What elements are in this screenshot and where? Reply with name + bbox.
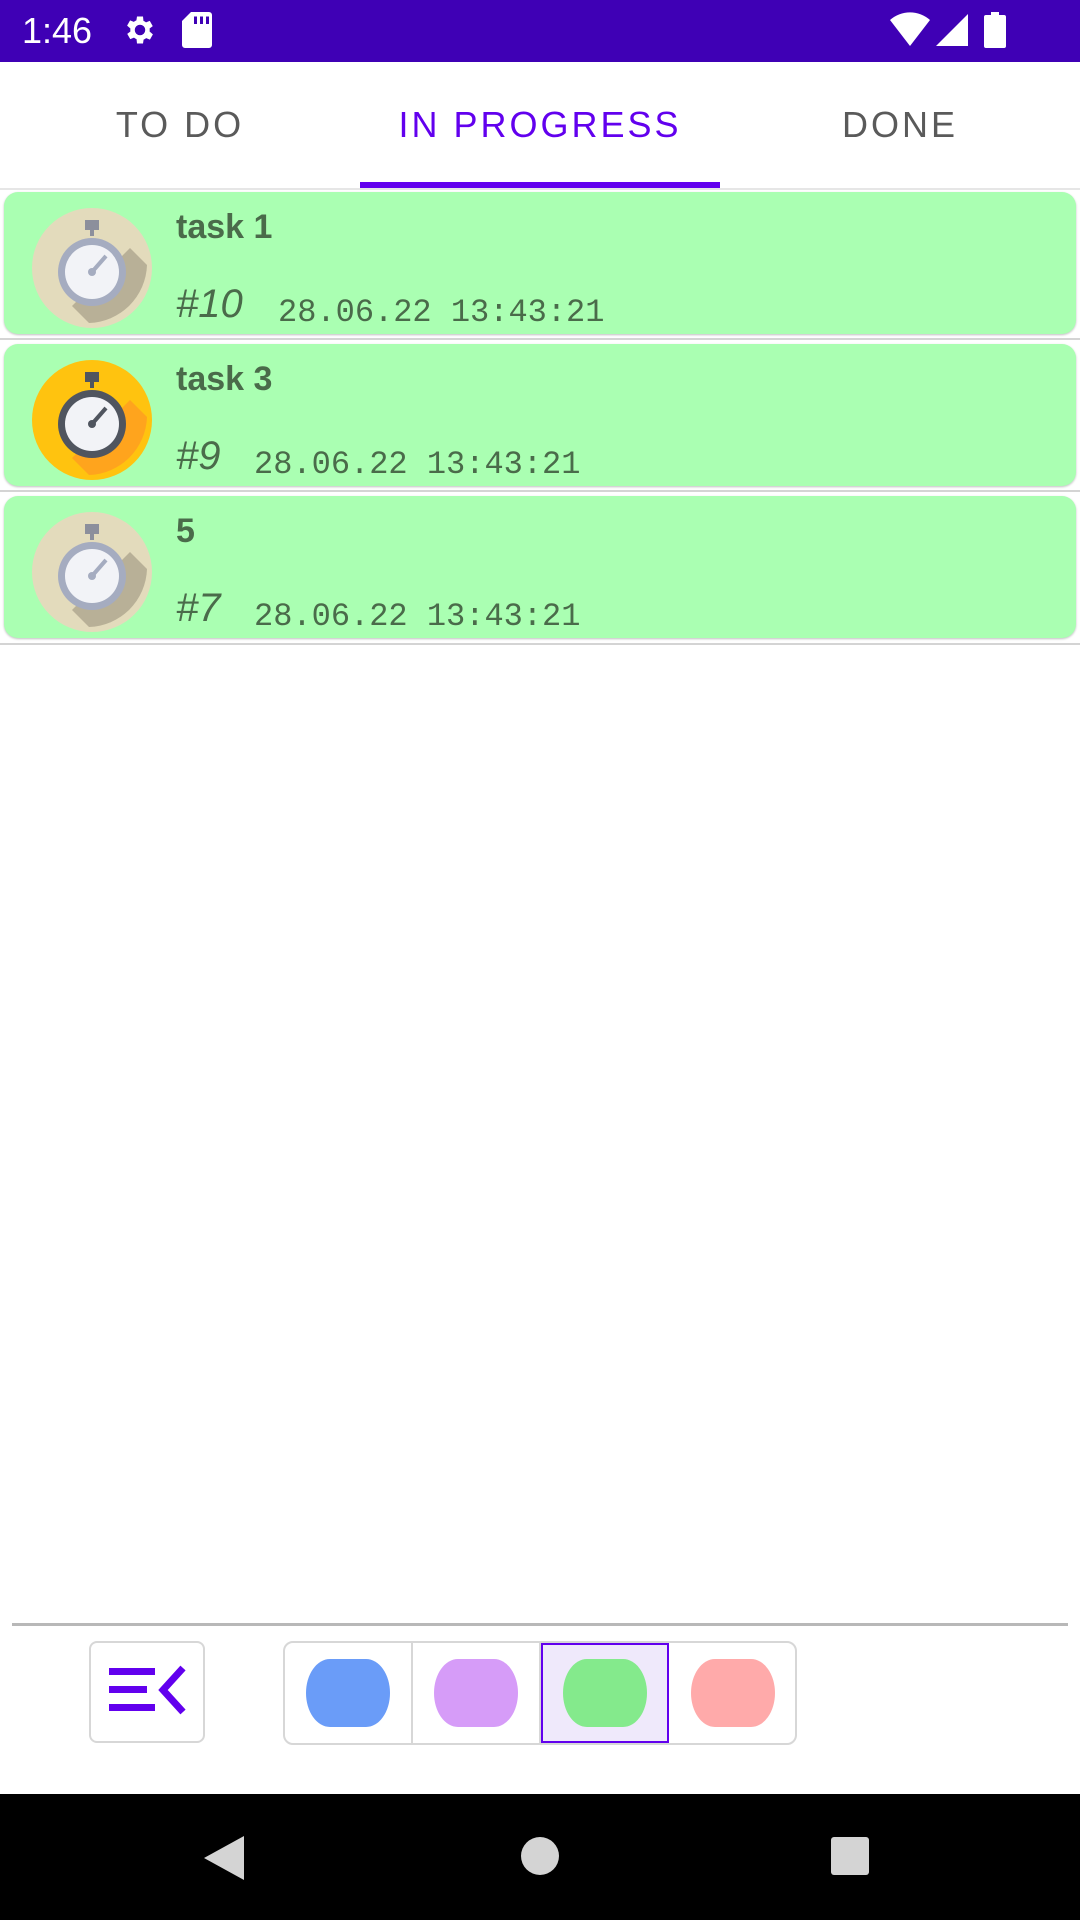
tab-in-progress[interactable]: IN PROGRESS: [360, 62, 720, 188]
color-swatch: [306, 1659, 390, 1727]
task-title: 5: [176, 512, 195, 550]
task-card[interactable]: 5 #7 28.06.22 13:43:21: [4, 496, 1076, 638]
tab-done[interactable]: DONE: [720, 62, 1080, 188]
color-option-red[interactable]: [669, 1643, 797, 1743]
tab-bar: TO DO IN PROGRESS DONE: [0, 62, 1080, 190]
status-bar: 1:46: [0, 0, 1080, 62]
tab-label: IN PROGRESS: [398, 104, 682, 145]
settings-icon: [122, 12, 158, 53]
divider: [0, 643, 1080, 645]
task-date: 28.06.22 13:43:21: [254, 446, 581, 483]
stopwatch-icon: [32, 512, 152, 632]
task-card[interactable]: task 1 #10 28.06.22 13:43:21: [4, 192, 1076, 334]
tab-to-do[interactable]: TO DO: [0, 62, 360, 188]
collapse-menu-icon: [107, 1662, 187, 1723]
divider: [0, 490, 1080, 492]
home-icon[interactable]: [520, 1836, 560, 1881]
color-picker: [283, 1641, 797, 1745]
color-option-blue[interactable]: [285, 1643, 413, 1743]
recents-icon[interactable]: [830, 1836, 870, 1881]
task-title: task 1: [176, 208, 273, 246]
color-swatch: [434, 1659, 518, 1727]
signal-icon: [934, 12, 970, 53]
tab-indicator: [360, 182, 720, 188]
task-card[interactable]: task 3 #9 28.06.22 13:43:21: [4, 344, 1076, 486]
color-swatch: [691, 1659, 775, 1727]
color-option-purple[interactable]: [413, 1643, 541, 1743]
stopwatch-icon: [32, 360, 152, 480]
collapse-menu-button[interactable]: [89, 1641, 205, 1743]
bottom-divider: [12, 1623, 1068, 1626]
navigation-bar: [0, 1794, 1080, 1920]
divider: [0, 338, 1080, 340]
back-icon[interactable]: [202, 1834, 246, 1887]
task-title: task 3: [176, 360, 273, 398]
stopwatch-icon: [32, 208, 152, 328]
wifi-icon: [890, 12, 930, 53]
task-number: #10: [176, 282, 243, 326]
tab-label: DONE: [841, 104, 958, 145]
color-option-green[interactable]: [541, 1643, 669, 1743]
sd-card-icon: [182, 12, 212, 53]
tab-label: TO DO: [115, 104, 245, 145]
status-time: 1:46: [22, 10, 93, 51]
task-date: 28.06.22 13:43:21: [278, 294, 605, 331]
task-number: #9: [176, 434, 221, 478]
task-date: 28.06.22 13:43:21: [254, 598, 581, 635]
color-swatch: [563, 1659, 647, 1727]
battery-icon: [984, 12, 1006, 53]
task-number: #7: [176, 586, 221, 630]
